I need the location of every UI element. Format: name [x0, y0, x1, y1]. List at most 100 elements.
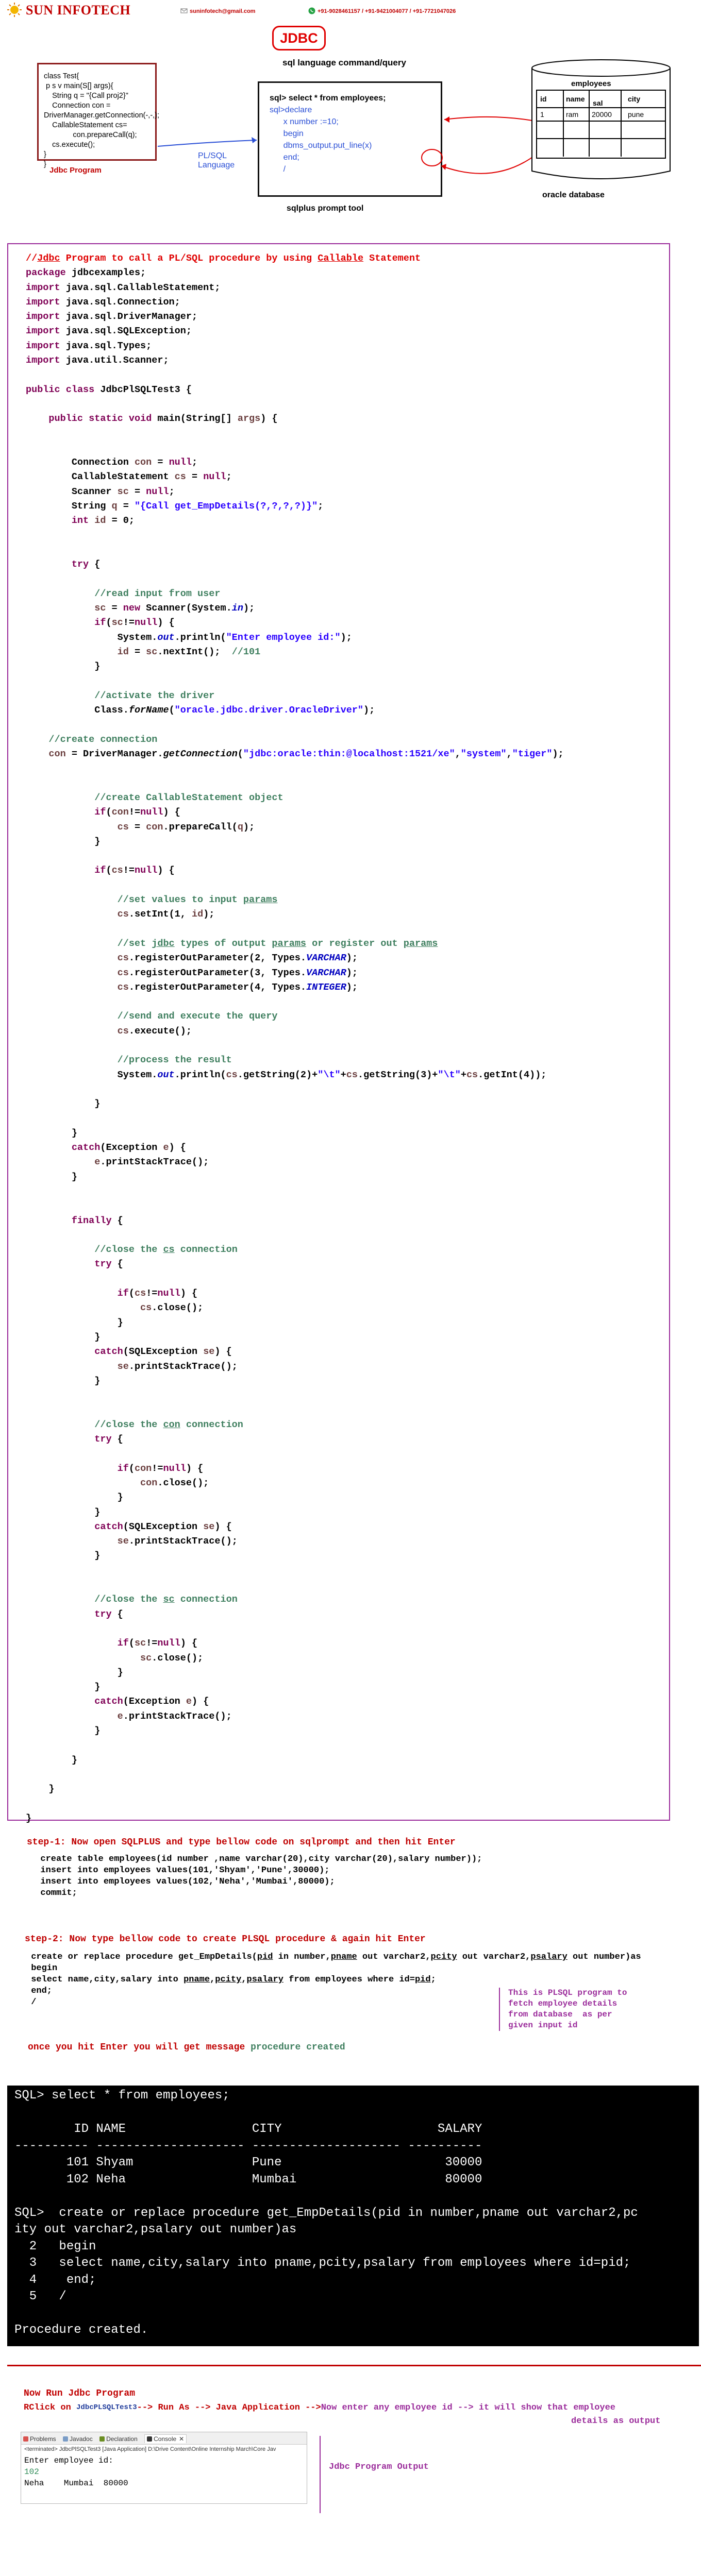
terminal-line: 102 Neha Mumbai 80000	[14, 2172, 482, 2187]
tab-problems[interactable]: Problems	[23, 2435, 56, 2443]
code-line: if(sc!=null) {	[94, 617, 175, 629]
terminal-output: SQL> select * from employees; ID NAME CI…	[7, 2086, 699, 2341]
console-result: Neha Mumbai 80000	[24, 2479, 128, 2488]
terminal-line: 5 /	[14, 2290, 66, 2303]
terminal-line: SQL> select * from employees;	[14, 2089, 230, 2103]
console-tab-bar: Problems Javadoc Declaration Console ✕	[21, 2432, 307, 2445]
code-line: import java.sql.SQLException;	[26, 326, 192, 337]
code-line: }	[26, 1550, 101, 1562]
db-col-id: id	[537, 91, 564, 107]
brand-logo: SUN INFOTECH	[6, 2, 130, 18]
code-line: catch(SQLException se) {	[94, 1521, 232, 1532]
phone-numbers: +91-9028461157 / +91-9421004077 / +91-77…	[318, 8, 456, 14]
highlight-circle	[421, 149, 443, 166]
code-line: //close the cs connection	[26, 1244, 238, 1256]
console-icon	[147, 2436, 153, 2442]
code-line: }	[26, 1317, 123, 1328]
whatsapp-icon	[308, 7, 315, 14]
db-cell: 1	[537, 108, 564, 121]
code-line: e.printStackTrace();	[117, 1710, 232, 1722]
code-line: cs = con.prepareCall(q);	[117, 821, 255, 833]
code-line: sc.close();	[140, 1652, 204, 1664]
code-line: //close the sc connection	[26, 1594, 238, 1605]
code-line: }	[26, 1506, 101, 1518]
step2-line: begin	[26, 1963, 58, 1973]
tab-declaration[interactable]: Declaration	[99, 2435, 138, 2443]
step1-line: insert into employees values(102,'Neha',…	[30, 1877, 335, 1887]
code-line: //send and execute the query	[26, 1011, 278, 1022]
code-line: try {	[94, 1434, 123, 1445]
code-line: //create CallableStatement object	[26, 792, 283, 803]
db-table: id name sal city 1 ram 20000 pune	[536, 90, 666, 159]
db-cell: pune	[628, 110, 644, 118]
terminal-line: 101 Shyam Pune 30000	[14, 2156, 482, 2170]
section-divider	[7, 2365, 701, 2366]
red-arrow-top-head	[444, 116, 449, 123]
code-line: public static void main(String[] args) {	[48, 413, 278, 425]
console-input: 102	[24, 2467, 39, 2477]
red-arrow-top	[444, 116, 539, 122]
code-line: catch(Exception e) {	[94, 1696, 209, 1707]
console-prompt: Enter employee id:	[24, 2456, 113, 2465]
code-line: }	[26, 836, 101, 847]
mail-icon	[180, 8, 188, 13]
console-output[interactable]: Enter employee id: 102 Neha Mumbai 80000	[21, 2454, 307, 2490]
code-line: cs.setInt(1, id);	[117, 909, 215, 920]
code-line: package jdbcexamples;	[26, 267, 146, 279]
code-line: cs.registerOutParameter(3, Types.VARCHAR…	[117, 967, 358, 978]
blue-arrow-head	[252, 137, 257, 143]
code-line: //Jdbc Program to call a PL/SQL procedur…	[26, 253, 421, 264]
code-line: try {	[71, 559, 101, 570]
message-prefix: once you hit Enter you will get message	[28, 2042, 245, 2053]
code-line: int id = 0;	[71, 515, 135, 527]
red-arrow-bottom-head	[441, 164, 446, 170]
tab-javadoc[interactable]: Javadoc	[63, 2435, 93, 2443]
code-line: //process the result	[26, 1055, 232, 1066]
code-line: //activate the driver	[26, 690, 215, 701]
code-line: import java.util.Scanner;	[26, 355, 169, 366]
tab-console[interactable]: Console ✕	[144, 2434, 187, 2443]
red-arrow-bottom	[441, 154, 537, 174]
message-highlight: procedure created	[251, 2042, 345, 2053]
code-line: }	[26, 1375, 101, 1386]
code-line: }	[26, 1098, 101, 1110]
terminal-line: ---------- -------------------- --------…	[14, 2139, 482, 2153]
code-line: if(con!=null) {	[94, 807, 180, 818]
email-text: suninfotech@gmail.com	[190, 8, 256, 14]
java-code-listing: //Jdbc Program to call a PL/SQL procedur…	[26, 251, 564, 1826]
db-empty-row	[537, 139, 665, 157]
problems-icon	[23, 2436, 28, 2442]
terminal-line: SQL> create or replace procedure get_Emp…	[14, 2206, 638, 2220]
db-header-row: id name sal city	[537, 91, 665, 108]
step2-line: create or replace procedure get_EmpDetai…	[26, 1952, 641, 1962]
terminal-line: Procedure created.	[14, 2323, 148, 2337]
code-line: }	[26, 661, 101, 672]
code-line: //close the con connection	[26, 1419, 243, 1430]
email-contact: suninfotech@gmail.com	[180, 7, 255, 14]
code-line: e.printStackTrace();	[94, 1157, 209, 1168]
code-line: catch(SQLException se) {	[94, 1346, 232, 1358]
eclipse-console: Problems Javadoc Declaration Console ✕ <t…	[21, 2432, 307, 2504]
terminal-line: ID NAME CITY SALARY	[14, 2122, 482, 2136]
code-line: try {	[94, 1608, 123, 1620]
close-icon[interactable]: ✕	[179, 2435, 184, 2443]
db-col-city: city	[628, 95, 641, 103]
db-cell: 20000	[590, 108, 622, 121]
db-col-sal: sal	[590, 91, 622, 107]
db-caption: oracle database	[542, 191, 605, 199]
code-line: public class JdbcPlSQLTest3 {	[26, 384, 192, 395]
